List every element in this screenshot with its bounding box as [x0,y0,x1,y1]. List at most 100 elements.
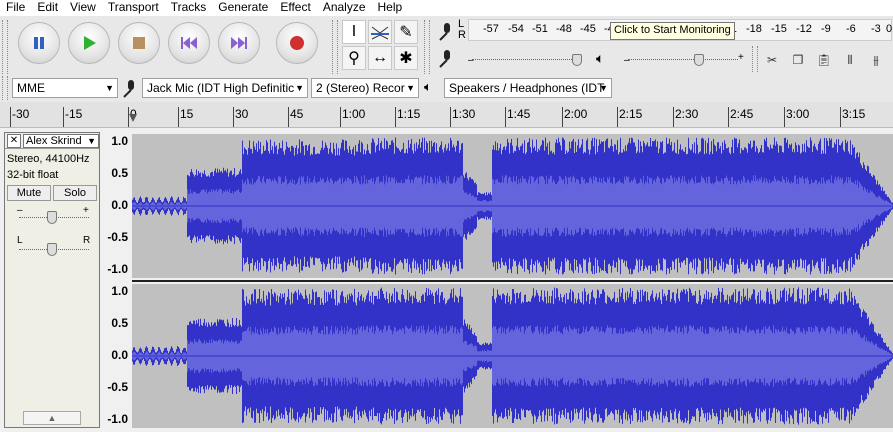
menu-edit[interactable]: Edit [31,0,64,16]
recording-device-select[interactable]: Jack Mic (IDT High Definitic ▼ [142,78,308,98]
copy-button[interactable]: ❐ [786,48,810,72]
asterisk-icon: ✱ [399,50,413,67]
timeline-ruler[interactable]: -30-1501530451:001:151:301:452:002:152:3… [0,102,893,128]
meter-right-label: R [458,29,466,41]
timeline-tick [63,107,64,127]
record-button[interactable] [276,22,318,64]
solo-button[interactable]: Solo [53,185,97,201]
trim-icon: ⫴ [847,52,853,67]
silence-icon: ⫵ [873,52,879,67]
meter-scale-label: -57 [483,23,499,35]
slider-thumb[interactable] [694,54,704,66]
meter-scale-label: -45 [580,23,596,35]
chevron-down-icon: ▼ [599,83,608,93]
timeline-label: 2:30 [675,107,699,121]
pan-right-label: R [83,235,91,246]
paste-button[interactable]: 📋︎ [812,48,836,72]
menu-tracks[interactable]: Tracks [165,0,213,16]
meter-scale-label: -48 [556,23,572,35]
timeline-tick [10,107,11,127]
input-volume-slider[interactable]: – [462,50,592,70]
meter-scale-label: -15 [771,23,787,35]
menu-help[interactable]: Help [372,0,409,16]
track-control-panel: ✕ Alex Skrind ▼ Stereo, 44100Hz 32-bit f… [4,132,100,428]
trim-button[interactable]: ⫴ [838,48,862,72]
amplitude-label: 0.0 [111,348,128,362]
audio-host-value: MME [17,81,45,95]
timeline-tick [617,107,618,127]
mute-button[interactable]: Mute [7,185,51,201]
selection-tool-button[interactable]: I [342,20,366,44]
stop-button[interactable] [118,22,160,64]
play-head-icon [129,114,137,122]
track-menu-icon: ▼ [87,136,96,146]
timeline-label: 3:15 [842,107,866,121]
pause-button[interactable] [18,22,60,64]
gain-plus-label: + [83,205,89,216]
toolbar-grip[interactable] [424,20,430,74]
toolbar-grip[interactable] [2,20,8,74]
menu-view[interactable]: View [64,0,102,16]
envelope-tool-button[interactable] [368,20,392,44]
slider-plus-label: + [738,52,744,63]
toolbar-area: I ✎ ⚲ ↔ ✱ L R -57-54-51-48-45-42-21-18-1… [0,16,893,102]
stop-icon [133,37,145,49]
timeline-tick [233,107,234,127]
timeline-tick [562,107,563,127]
slider-thumb[interactable] [572,54,582,66]
playback-device-value: Speakers / Headphones (IDT [449,81,605,95]
audio-host-select[interactable]: MME ▼ [12,78,118,98]
menu-effect[interactable]: Effect [274,0,316,16]
pan-slider-thumb[interactable] [47,243,57,256]
track-name-button[interactable]: Alex Skrind ▼ [23,134,99,148]
timeline-label: 15 [180,107,194,121]
timeshift-tool-button[interactable]: ↔ [368,46,392,70]
slider-track [472,59,582,60]
silence-button[interactable]: ⫵ [864,48,888,72]
toolbar-grip[interactable] [752,46,758,72]
output-volume-slider[interactable]: – + [618,50,748,70]
timeline-label: 30 [235,107,249,121]
meter-scale-label: -18 [746,23,762,35]
draw-tool-button[interactable]: ✎ [394,20,418,44]
menu-analyze[interactable]: Analyze [317,0,372,16]
recording-channels-select[interactable]: 2 (Stereo) Recor ▼ [311,78,419,98]
close-track-button[interactable]: ✕ [7,134,21,148]
skip-start-icon [181,37,197,49]
toolbar-grip[interactable] [2,76,8,100]
timeline-tick [728,107,729,127]
pan-left-label: L [17,235,23,246]
collapse-track-button[interactable]: ▲ [23,411,81,425]
waveform-area[interactable] [132,134,893,428]
amplitude-ruler: 1.0 0.5 0.0 -0.5 -1.0 1.0 0.5 0.0 -0.5 -1.0 [100,132,132,428]
timeline-tick [840,107,841,127]
timeline-tick [178,107,179,127]
menu-transport[interactable]: Transport [102,0,165,16]
magnifier-icon: ⚲ [348,50,360,67]
zoom-tool-button[interactable]: ⚲ [342,46,366,70]
multi-tool-button[interactable]: ✱ [394,46,418,70]
amplitude-label: -1.0 [107,262,128,276]
cut-button[interactable]: ✂ [760,48,784,72]
microphone-icon[interactable] [436,21,456,41]
track-format: Stereo, 44100Hz [7,153,90,165]
toolbar-grip[interactable] [332,20,338,74]
play-button[interactable] [68,22,110,64]
playback-device-select[interactable]: Speakers / Headphones (IDT ▼ [444,78,612,98]
ibeam-icon: I [351,23,357,40]
timeline-tick [395,107,396,127]
pause-icon [34,37,44,49]
speaker-icon: 🔈︎ [424,79,432,94]
skip-start-button[interactable] [168,22,210,64]
menu-file[interactable]: File [0,0,31,16]
track-bitdepth: 32-bit float [7,169,59,181]
skip-end-button[interactable] [218,22,260,64]
timeline-label: -15 [65,107,83,121]
gain-slider-thumb[interactable] [47,211,57,224]
timeline-label: -30 [12,107,30,121]
speaker-meter-icon[interactable] [436,48,456,68]
recording-device-value: Jack Mic (IDT High Definitic [147,81,295,95]
skip-end-icon [231,37,247,49]
menu-bar: File Edit View Transport Tracks Generate… [0,0,893,16]
menu-generate[interactable]: Generate [212,0,274,16]
